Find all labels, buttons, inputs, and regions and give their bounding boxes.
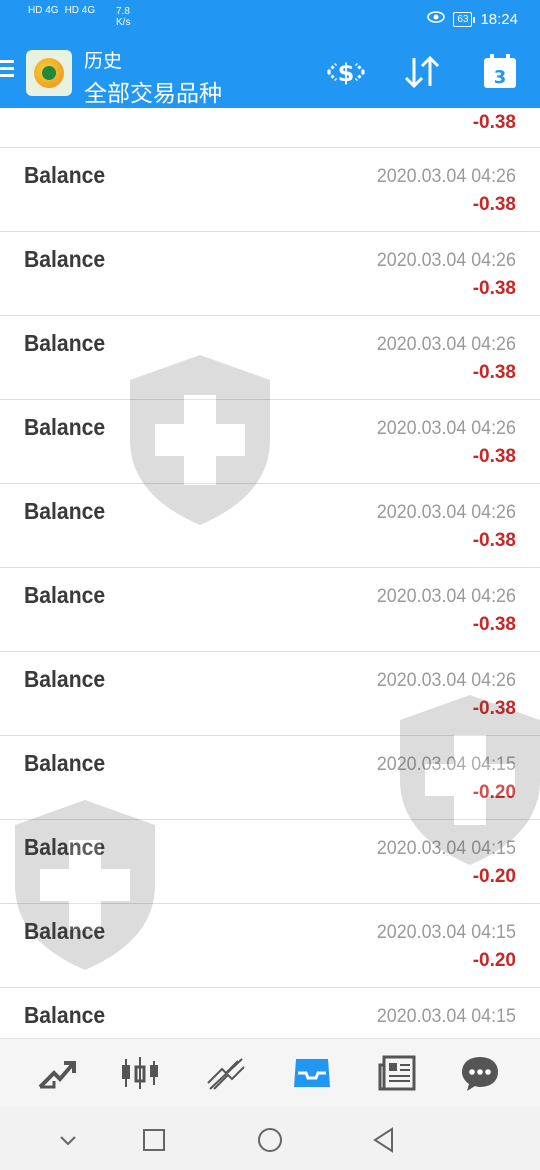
system-nav-bar [0,1106,540,1170]
calendar-day: 3 [494,67,507,88]
row-time: 2020.03.04 04:15 [376,922,516,943]
bottom-tab-bar [0,1038,540,1106]
row-amount: -0.20 [472,866,516,887]
chart-icon[interactable] [118,1053,162,1093]
status-time: 18:24 [480,10,518,28]
row-label: Balance [24,162,106,188]
row-label: Balance [24,498,106,524]
list-item[interactable]: Balance 2020.03.04 04:15 -0.20 [0,904,540,988]
menu-icon[interactable] [0,60,18,82]
list-item[interactable]: Balance 2020.03.04 04:26 -0.38 [0,148,540,232]
status-bar: HD 4G HD 4G 7.8 K/s 63 18:24 [0,0,540,36]
row-amount: -0.38 [472,362,516,383]
row-time: 2020.03.04 04:26 [376,166,516,187]
trade-icon[interactable] [204,1053,248,1093]
net-speed: 7.8 K/s [116,6,131,28]
signal-indicators: HD 4G HD 4G [28,6,95,16]
row-time: 2020.03.04 04:26 [376,418,516,439]
row-amount: -0.38 [472,698,516,719]
list-item[interactable]: Balance 2020.03.04 04:26 -0.38 [0,400,540,484]
row-label: Balance [24,414,106,440]
row-label: Balance [24,246,106,272]
row-label: Balance [24,1002,106,1028]
row-amount: -0.20 [472,782,516,803]
row-label: Balance [24,834,106,860]
home-icon[interactable] [256,1126,284,1154]
collapse-icon[interactable] [54,1126,82,1154]
symbol-filter[interactable]: 全部交易品种 [84,74,222,108]
calendar-icon[interactable]: 3 [478,54,522,90]
row-label: Balance [24,330,106,356]
news-icon[interactable] [376,1053,420,1093]
history-list[interactable]: -0.38 Balance 2020.03.04 04:26 -0.38 Bal… [0,108,540,1038]
app-logo [26,50,72,96]
back-icon[interactable] [370,1126,398,1154]
sim2-signal: HD 4G [64,5,96,16]
quotes-icon[interactable] [34,1053,78,1093]
recents-icon[interactable] [140,1126,168,1154]
row-amount: -0.38 [472,614,516,635]
list-item[interactable]: Balance 2020.03.04 04:26 -0.38 [0,316,540,400]
row-time: 2020.03.04 04:26 [376,502,516,523]
list-item[interactable]: Balance 2020.03.04 04:26 -0.38 [0,232,540,316]
row-time: 2020.03.04 04:26 [376,334,516,355]
app-header: HD 4G HD 4G 7.8 K/s 63 18:24 历史 全部交易品种 $ [0,0,540,108]
list-item[interactable]: Balance 2020.03.04 04:15 -0.20 [0,736,540,820]
battery-indicator: 63 [453,11,476,27]
row-time: 2020.03.04 04:26 [376,670,516,691]
deposit-withdraw-icon[interactable]: $ [324,54,368,90]
row-time: 2020.03.04 04:15 [376,838,516,859]
row-amount: -0.20 [472,950,516,971]
history-icon[interactable] [290,1053,334,1093]
row-time: 2020.03.04 04:15 [376,1006,516,1027]
eye-comfort-icon [427,10,446,28]
row-label: Balance [24,750,106,776]
list-item[interactable]: Balance 2020.03.04 04:26 -0.38 [0,568,540,652]
row-label: Balance [24,582,106,608]
row-amount: -0.38 [472,112,516,133]
row-amount: -0.38 [472,194,516,215]
list-item[interactable]: Balance 2020.03.04 04:15 [0,988,540,1038]
page-title: 历史 [84,51,123,72]
sort-icon[interactable] [400,54,444,90]
row-amount: -0.38 [472,530,516,551]
chat-icon[interactable] [458,1053,502,1093]
list-item[interactable]: Balance 2020.03.04 04:26 -0.38 [0,484,540,568]
row-time: 2020.03.04 04:15 [376,754,516,775]
sim1-signal: HD 4G [28,5,59,16]
row-label: Balance [24,666,106,692]
svg-text:$: $ [338,59,355,87]
row-time: 2020.03.04 04:26 [376,586,516,607]
list-item[interactable]: Balance 2020.03.04 04:15 -0.20 [0,820,540,904]
row-amount: -0.38 [472,446,516,467]
row-amount: -0.38 [472,278,516,299]
row-label: Balance [24,918,106,944]
row-time: 2020.03.04 04:26 [376,250,516,271]
list-item[interactable]: Balance 2020.03.04 04:26 -0.38 [0,652,540,736]
